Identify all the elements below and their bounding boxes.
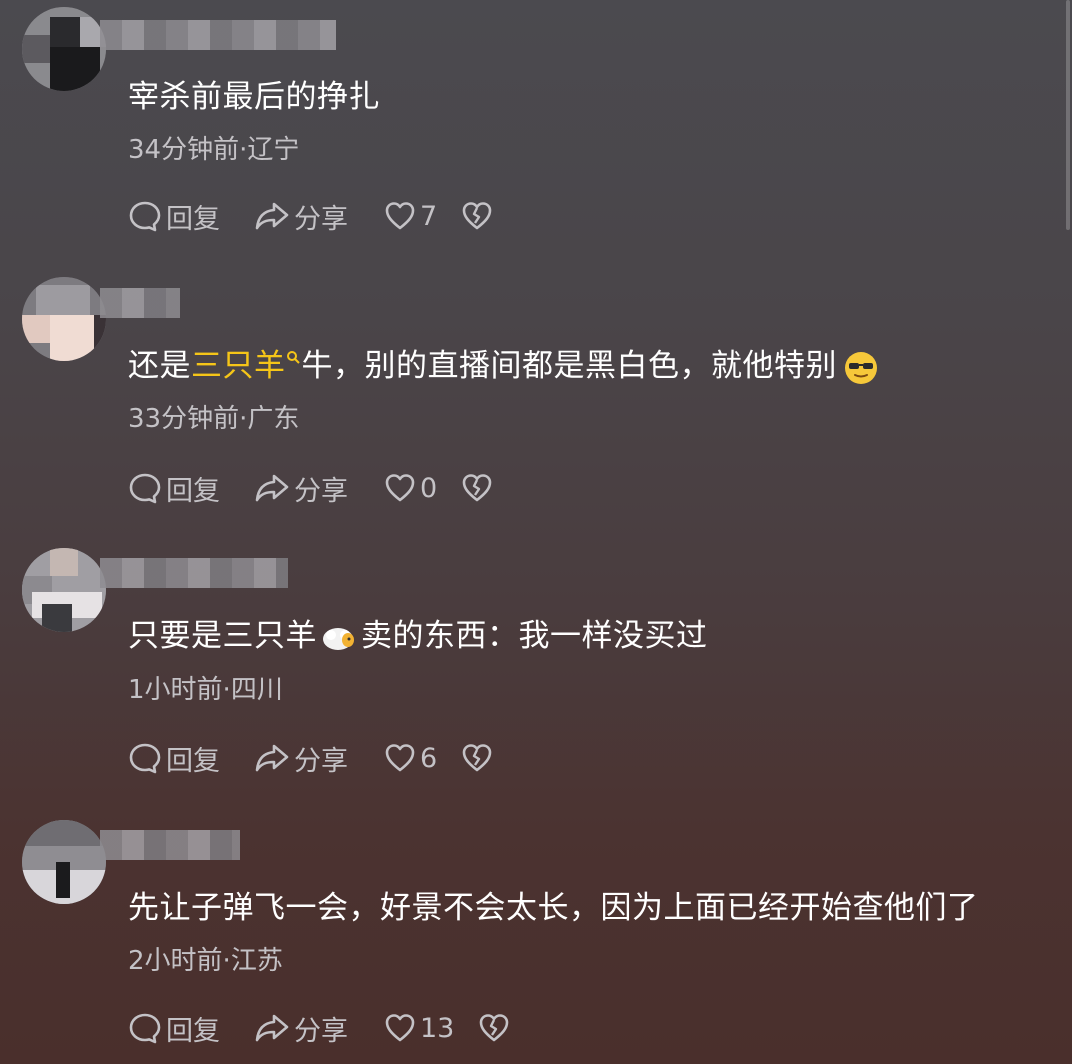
reply-button[interactable]: 回复 (128, 469, 254, 508)
comment-text: 宰杀前最后的挣扎 (128, 79, 380, 115)
heart-icon (385, 202, 415, 230)
comment-text-part: 还是 (128, 348, 191, 384)
reply-button[interactable]: 回复 (128, 1009, 254, 1048)
share-button[interactable]: 分享 (254, 469, 384, 508)
search-link-label: 三只羊 (191, 348, 286, 384)
sheep-emoji-icon (323, 627, 354, 650)
avatar[interactable] (22, 820, 106, 904)
comment-text-part: 只要是三只羊 (128, 618, 317, 654)
comment-actions: 回复 分享 6 (128, 738, 493, 778)
share-icon (255, 202, 289, 230)
comment-meta: 1小时前·四川 (128, 675, 283, 705)
broken-heart-icon (480, 1014, 509, 1042)
comment-time: 1小时前 (128, 675, 223, 705)
reply-icon (129, 1013, 161, 1044)
comment-location: 四川 (230, 675, 283, 705)
reply-label: 回复 (166, 745, 220, 777)
comment-actions: 回复 分享 0 (128, 468, 493, 508)
comment-text: 还是三只羊 牛，别的直播间都是黑白色，就他特别 (128, 346, 879, 386)
reply-icon (129, 473, 161, 504)
reply-button[interactable]: 回复 (128, 197, 254, 236)
heart-icon (385, 474, 415, 502)
share-label: 分享 (294, 203, 348, 235)
broken-heart-icon (462, 202, 492, 230)
broken-heart-icon (462, 474, 492, 502)
heart-icon (385, 1014, 415, 1042)
scrollbar[interactable] (1064, 0, 1072, 1064)
comment-time: 2小时前 (128, 946, 223, 976)
reply-label: 回复 (166, 475, 220, 507)
comment-meta: 33分钟前·广东 (128, 404, 300, 434)
reply-label: 回复 (166, 1015, 220, 1047)
share-icon (255, 474, 289, 502)
like-button[interactable]: 13 (384, 1012, 454, 1044)
like-count: 13 (420, 1012, 455, 1044)
like-button[interactable]: 6 (384, 742, 437, 774)
like-count: 6 (420, 742, 438, 774)
share-icon (255, 1014, 289, 1042)
like-button[interactable]: 7 (384, 200, 437, 232)
comment-text-part: 卖的东西：我一样没买过 (361, 618, 708, 654)
comment-time: 34分钟前 (128, 135, 240, 165)
username[interactable] (100, 20, 336, 50)
share-label: 分享 (294, 1015, 348, 1047)
comment-text: 只要是三只羊 卖的东西：我一样没买过 (128, 616, 708, 656)
comment-location: 江苏 (230, 946, 283, 976)
sunglasses-emoji-icon (845, 351, 877, 384)
username[interactable] (100, 288, 180, 318)
comment-meta: 2小时前·江苏 (128, 946, 283, 976)
comment-meta: 34分钟前·辽宁 (128, 135, 300, 165)
heart-icon (385, 744, 415, 772)
dislike-button[interactable] (461, 200, 493, 232)
reply-icon (129, 743, 161, 774)
share-icon (255, 744, 289, 772)
comment-text-part: 牛，别的直播间都是黑白色，就他特别 (301, 348, 837, 384)
avatar[interactable] (22, 7, 106, 91)
share-button[interactable]: 分享 (254, 1009, 384, 1048)
comment-actions: 回复 分享 13 (128, 1008, 510, 1048)
share-button[interactable]: 分享 (254, 739, 384, 778)
dislike-button[interactable] (461, 472, 493, 504)
search-link[interactable]: 三只羊 (191, 348, 302, 384)
comment-actions: 回复 分享 7 (128, 196, 493, 236)
like-count: 0 (420, 472, 438, 504)
comment-location: 广东 (247, 404, 300, 434)
share-button[interactable]: 分享 (254, 197, 384, 236)
avatar[interactable] (22, 277, 106, 361)
reply-icon (129, 201, 161, 232)
reply-button[interactable]: 回复 (128, 739, 254, 778)
scrollbar-thumb[interactable] (1066, 0, 1070, 230)
search-icon (286, 351, 300, 364)
share-label: 分享 (294, 745, 348, 777)
dislike-button[interactable] (478, 1012, 510, 1044)
broken-heart-icon (462, 744, 492, 772)
comment-time: 33分钟前 (128, 404, 240, 434)
avatar[interactable] (22, 548, 106, 632)
comment-text: 先让子弹飞一会，好景不会太长，因为上面已经开始查他们了 (128, 890, 979, 926)
like-count: 7 (420, 200, 438, 232)
username[interactable] (100, 830, 240, 860)
like-button[interactable]: 0 (384, 472, 437, 504)
dislike-button[interactable] (461, 742, 493, 774)
share-label: 分享 (294, 475, 348, 507)
reply-label: 回复 (166, 203, 220, 235)
username[interactable] (100, 558, 288, 588)
comment-location: 辽宁 (247, 135, 300, 165)
